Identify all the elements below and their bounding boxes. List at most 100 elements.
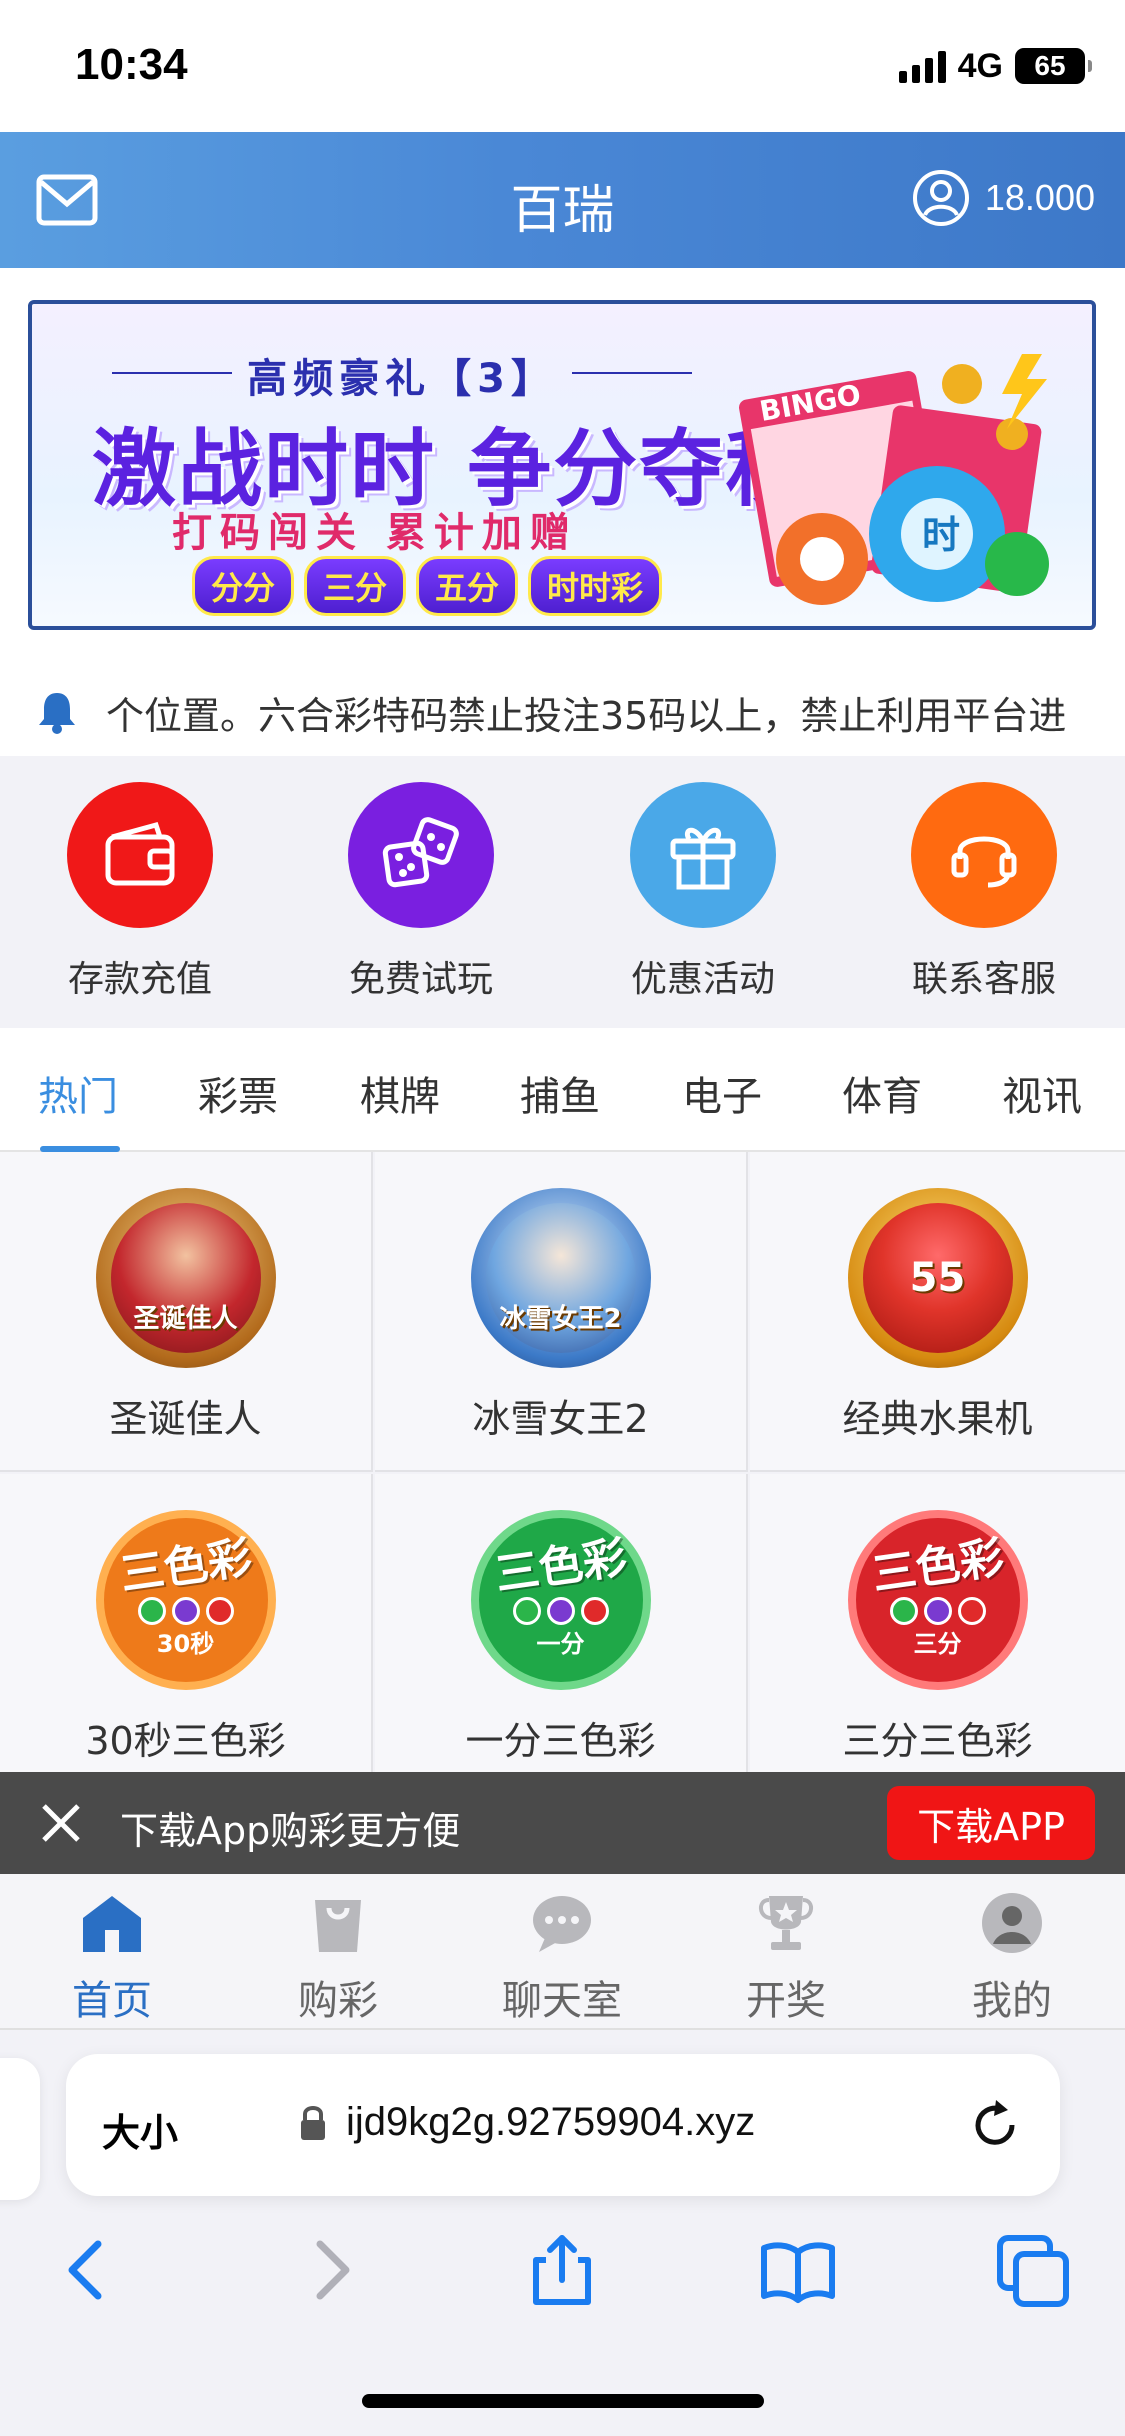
nav-buy-lottery[interactable]: 购彩 (258, 1888, 418, 2026)
tab-hot[interactable]: 热门 (38, 1064, 118, 1122)
home-icon (83, 1896, 141, 1952)
gift-icon (630, 782, 776, 928)
promotions-button[interactable]: 优惠活动 (603, 782, 803, 1002)
browser-toolbar: 大小 ijd9kg2g.92759904.xyz (0, 2030, 1125, 2436)
nav-draw-results[interactable]: 开奖 (706, 1888, 866, 2026)
game-icon: 三色彩 30秒 (95, 1510, 276, 1690)
bell-icon (39, 693, 75, 734)
game-label: 一分三色彩 (465, 1719, 656, 1763)
quick-action-label: 优惠活动 (630, 959, 775, 1000)
ball-label: 时 (922, 513, 960, 557)
wallet-icon (67, 782, 213, 928)
banner-section: 高频豪礼【3】 激战时时 争分夺秒 打码闯关 累计加赠 分分 三分 五分 时时彩… (0, 268, 1125, 668)
user-icon[interactable] (911, 168, 971, 228)
promo-banner[interactable]: 高频豪礼【3】 激战时时 争分夺秒 打码闯关 累计加赠 分分 三分 五分 时时彩… (28, 300, 1096, 630)
balance-value: 18.000 (984, 177, 1095, 218)
tabs-icon[interactable] (994, 2230, 1074, 2310)
game-badge: 55 (862, 1203, 1013, 1353)
previous-tab-preview[interactable] (0, 2058, 40, 2200)
game-tile[interactable]: 三色彩 三分 三分三色彩 (750, 1474, 1125, 1794)
banner-top-text: 高频豪礼【3】 (92, 346, 712, 404)
quick-action-label: 存款充值 (67, 959, 212, 1000)
download-prompt-text: 下载App购彩更方便 (120, 1809, 461, 1853)
nav-label: 聊天室 (502, 1978, 622, 2024)
banner-tag: 分分 (192, 556, 295, 616)
game-badge-sub: 三分 (913, 1630, 962, 1658)
game-icon: 三色彩 一分 (470, 1510, 651, 1690)
tab-chess[interactable]: 棋牌 (360, 1064, 440, 1122)
dice-icon (348, 782, 494, 928)
game-badge: 三色彩 (491, 1531, 630, 1601)
notice-text: 个位置。六合彩特码禁止投注35码以上，禁止利用平台进 (106, 693, 1066, 738)
game-label: 三分三色彩 (842, 1719, 1033, 1763)
profile-icon (982, 1893, 1042, 1953)
game-label: 经典水果机 (842, 1397, 1033, 1441)
free-trial-button[interactable]: 免费试玩 (321, 782, 521, 1002)
tab-electronic[interactable]: 电子 (682, 1064, 762, 1122)
nav-label: 我的 (972, 1978, 1052, 2024)
user-balance[interactable]: 18.000 (911, 168, 1095, 228)
game-badge-sub: 30秒 (156, 1630, 215, 1658)
status-time: 10:34 (75, 40, 188, 89)
tab-fishing[interactable]: 捕鱼 (520, 1064, 600, 1122)
banner-tag: 三分 (304, 556, 407, 616)
nav-my-account[interactable]: 我的 (932, 1888, 1092, 2026)
status-bar: 10:34 4G 65 (0, 0, 1125, 132)
address-bar[interactable]: 大小 ijd9kg2g.92759904.xyz (66, 2054, 1060, 2196)
game-tile[interactable]: 三色彩 一分 一分三色彩 (375, 1474, 748, 1794)
notice-bar[interactable]: 个位置。六合彩特码禁止投注35码以上，禁止利用平台进 (0, 668, 1125, 756)
nav-label: 购彩 (298, 1978, 378, 2024)
game-tile[interactable]: 55 经典水果机 (750, 1152, 1125, 1472)
quick-action-label: 免费试玩 (348, 959, 493, 1000)
download-app-bar: 下载App购彩更方便 下载APP (0, 1772, 1125, 1874)
tab-video[interactable]: 视讯 (1002, 1064, 1082, 1122)
nav-label: 首页 (72, 1978, 152, 2024)
game-label: 圣诞佳人 (109, 1397, 262, 1441)
shopping-bag-icon (315, 1900, 361, 1952)
home-indicator (362, 2394, 764, 2408)
game-badge: 三色彩 (868, 1531, 1007, 1601)
battery-icon: 65 (1015, 48, 1092, 84)
bingo-illustration: BINGO 时 (739, 354, 1049, 605)
reload-icon[interactable] (968, 2098, 1022, 2152)
app-header: 百瑞 18.000 (0, 132, 1125, 268)
banner-tag: 时时彩 (528, 556, 663, 616)
trophy-icon (759, 1896, 813, 1950)
tab-sports[interactable]: 体育 (842, 1064, 922, 1122)
forward-icon[interactable] (290, 2230, 370, 2310)
game-icon: 冰雪女王2 (470, 1188, 651, 1368)
tab-lottery[interactable]: 彩票 (198, 1064, 278, 1122)
game-badge-sub: 一分 (536, 1630, 585, 1658)
game-icon: 圣诞佳人 (95, 1188, 276, 1368)
game-badge: 冰雪女王2 (485, 1203, 636, 1353)
nav-chat-room[interactable]: 聊天室 (482, 1888, 642, 2026)
url-text[interactable]: ijd9kg2g.92759904.xyz (346, 2100, 755, 2145)
chat-icon (533, 1896, 591, 1952)
close-icon[interactable] (38, 1800, 84, 1846)
game-tile[interactable]: 三色彩 30秒 30秒三色彩 (0, 1474, 373, 1794)
deposit-button[interactable]: 存款充值 (40, 782, 240, 1002)
game-badge: 三色彩 (116, 1531, 255, 1601)
category-tabs: 热门 彩票 棋牌 捕鱼 电子 体育 视讯 (0, 1028, 1125, 1152)
game-label: 30秒三色彩 (85, 1719, 286, 1763)
game-icon: 55 (847, 1188, 1028, 1368)
quick-action-label: 联系客服 (911, 959, 1056, 1000)
banner-tag: 五分 (416, 556, 519, 616)
nav-label: 开奖 (746, 1978, 826, 2024)
share-icon[interactable] (522, 2230, 602, 2310)
game-tile[interactable]: 冰雪女王2 冰雪女王2 (375, 1152, 748, 1472)
game-label: 冰雪女王2 (472, 1397, 649, 1441)
bookmarks-icon[interactable] (758, 2230, 838, 2310)
nav-home[interactable]: 首页 (32, 1888, 192, 2026)
back-icon[interactable] (48, 2230, 128, 2310)
quick-actions: 存款充值 免费试玩 优惠活动 联系客服 (0, 756, 1125, 1028)
text-size-button[interactable]: 大小 (102, 2102, 178, 2157)
lock-icon (301, 2106, 325, 2140)
signal-icon (898, 49, 946, 83)
game-tile[interactable]: 圣诞佳人 圣诞佳人 (0, 1152, 373, 1472)
download-app-button[interactable]: 下载APP (887, 1786, 1095, 1860)
banner-tags: 分分 三分 五分 时时彩 (192, 556, 663, 616)
network-label: 4G (957, 46, 1003, 85)
customer-service-button[interactable]: 联系客服 (884, 782, 1084, 1002)
game-grid: 圣诞佳人 圣诞佳人 冰雪女王2 冰雪女王2 55 经典水果机 三色彩 30秒 3… (0, 1152, 1125, 1794)
